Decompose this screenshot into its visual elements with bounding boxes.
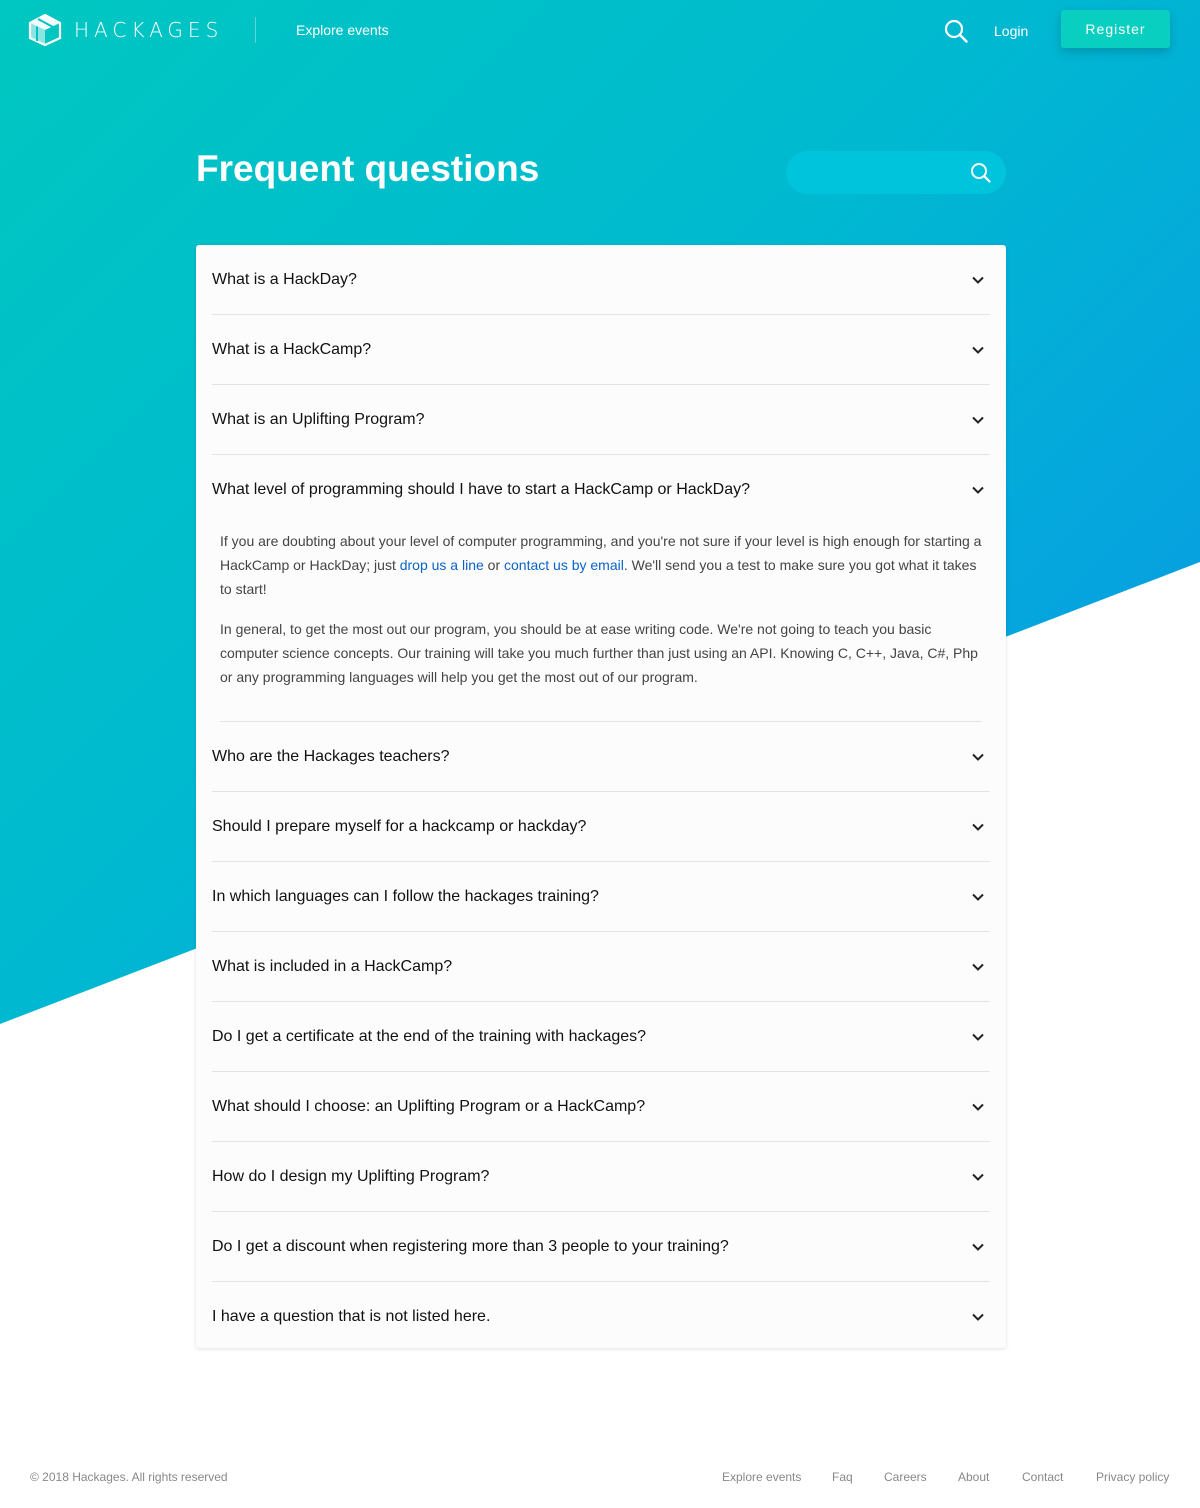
faq-question-text: What should I choose: an Uplifting Progr…	[212, 1097, 646, 1115]
faq-item: What is an Uplifting Program?	[196, 385, 1006, 455]
footer-links: Explore events Faq Careers About Contact…	[0, 1470, 1200, 1490]
faq-question-toggle[interactable]: What is an Uplifting Program?	[212, 385, 990, 455]
chevron-down-icon	[972, 893, 984, 901]
faq-question-text: Do I get a certificate at the end of the…	[212, 1027, 647, 1045]
top-navigation: HACKAGES Explore events Login Register	[0, 0, 1200, 62]
faq-question-text: In which languages can I follow the hack…	[212, 887, 599, 905]
search-icon[interactable]	[944, 19, 968, 43]
faq-question-text: Do I get a discount when registering mor…	[212, 1237, 729, 1255]
faq-question-toggle[interactable]: What is a HackCamp?	[212, 315, 990, 385]
faq-search-box	[786, 151, 1006, 194]
faq-question-text: What is a HackDay?	[212, 270, 357, 288]
faq-card: What is a HackDay? What is a HackCamp? W…	[196, 245, 1006, 1348]
chevron-down-icon	[972, 1103, 984, 1111]
faq-question-toggle[interactable]: How do I design my Uplifting Program?	[212, 1142, 990, 1212]
brand-name: HACKAGES	[74, 18, 224, 42]
faq-question-text: Who are the Hackages teachers?	[212, 747, 450, 765]
chevron-down-icon	[972, 1313, 984, 1321]
faq-question-toggle[interactable]: In which languages can I follow the hack…	[212, 862, 990, 932]
search-icon[interactable]	[970, 162, 992, 184]
chevron-down-icon	[972, 753, 984, 761]
faq-item: Who are the Hackages teachers?	[196, 722, 1006, 792]
chevron-down-icon	[972, 486, 984, 494]
brand-logo[interactable]: HACKAGES	[28, 14, 223, 46]
faq-question-text: Should I prepare myself for a hackcamp o…	[212, 817, 587, 835]
faq-question-toggle[interactable]: Who are the Hackages teachers?	[212, 722, 990, 792]
faq-question-toggle[interactable]: Do I get a certificate at the end of the…	[212, 1002, 990, 1072]
faq-question-toggle[interactable]: Do I get a discount when registering mor…	[212, 1212, 990, 1282]
login-link[interactable]: Login	[994, 23, 1028, 39]
answer-text: or	[483, 557, 505, 573]
chevron-down-icon	[972, 823, 984, 831]
faq-answer-paragraph: In general, to get the most out our prog…	[220, 621, 978, 685]
faq-item: How do I design my Uplifting Program?	[196, 1142, 1006, 1212]
faq-question-text: What level of programming should I have …	[212, 481, 751, 498]
faq-item: What is a HackCamp?	[196, 315, 1006, 385]
faq-item-expanded: What level of programming should I have …	[196, 455, 1006, 722]
faq-question-toggle[interactable]: Should I prepare myself for a hackcamp o…	[212, 792, 990, 862]
faq-question-text: What is included in a HackCamp?	[212, 957, 453, 975]
page-title: Frequent questions	[196, 148, 540, 189]
hackages-logo-icon	[28, 14, 62, 46]
footer-link-privacy-policy[interactable]: Privacy policy	[1096, 1470, 1169, 1484]
register-button[interactable]: Register	[1061, 10, 1170, 48]
chevron-down-icon	[972, 346, 984, 354]
faq-question-toggle[interactable]: What level of programming should I have …	[212, 455, 990, 525]
faq-item: Should I prepare myself for a hackcamp o…	[196, 792, 1006, 862]
faq-item: What is included in a HackCamp?	[196, 932, 1006, 1002]
chevron-down-icon	[972, 1173, 984, 1181]
faq-question-toggle[interactable]: I have a question that is not listed her…	[212, 1282, 990, 1352]
faq-question-toggle[interactable]: What is included in a HackCamp?	[212, 932, 990, 1002]
chevron-down-icon	[972, 1243, 984, 1251]
chevron-down-icon	[972, 416, 984, 424]
faq-item: I have a question that is not listed her…	[196, 1282, 1006, 1352]
faq-item: Do I get a discount when registering mor…	[196, 1212, 1006, 1282]
faq-item: What is a HackDay?	[196, 245, 1006, 315]
faq-answer-paragraph: If you are doubting about your level of …	[220, 529, 982, 601]
footer-link-contact[interactable]: Contact	[1022, 1470, 1063, 1484]
drop-us-a-line-link[interactable]: drop us a line	[400, 557, 484, 573]
nav-explore-events-link[interactable]: Explore events	[296, 22, 389, 38]
footer-link-about[interactable]: About	[958, 1470, 989, 1484]
faq-item: Do I get a certificate at the end of the…	[196, 1002, 1006, 1072]
faq-question-text: What is a HackCamp?	[212, 340, 372, 358]
chevron-down-icon	[972, 963, 984, 971]
faq-item: What should I choose: an Uplifting Progr…	[196, 1072, 1006, 1142]
footer-link-faq[interactable]: Faq	[832, 1470, 853, 1484]
faq-question-text: I have a question that is not listed her…	[212, 1308, 491, 1325]
faq-question-text: How do I design my Uplifting Program?	[212, 1167, 490, 1185]
chevron-down-icon	[972, 1033, 984, 1041]
faq-question-text: What is an Uplifting Program?	[212, 410, 425, 428]
footer-link-careers[interactable]: Careers	[884, 1470, 927, 1484]
faq-question-toggle[interactable]: What is a HackDay?	[212, 245, 990, 315]
nav-divider	[255, 17, 256, 43]
contact-us-by-email-link[interactable]: contact us by email	[504, 557, 624, 573]
footer-link-explore-events[interactable]: Explore events	[722, 1470, 801, 1484]
chevron-down-icon	[972, 276, 984, 284]
faq-item: In which languages can I follow the hack…	[196, 862, 1006, 932]
faq-answer: If you are doubting about your level of …	[220, 525, 982, 722]
faq-search-input[interactable]	[804, 151, 964, 194]
faq-question-toggle[interactable]: What should I choose: an Uplifting Progr…	[212, 1072, 990, 1142]
